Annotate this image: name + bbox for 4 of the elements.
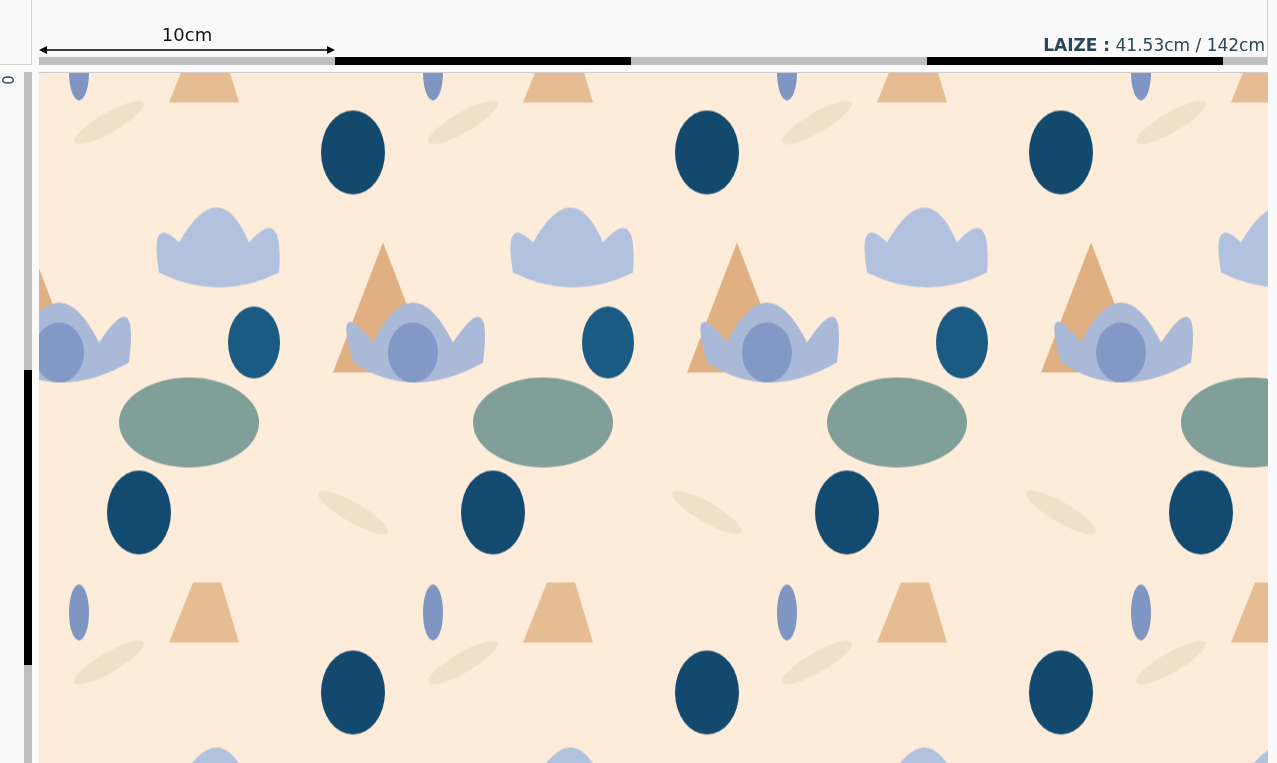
fabric-width-text: LAIZE : 41.53cm / 142cm [1043,35,1266,55]
ruler-origin-label: 0 [0,75,15,85]
ruler-corner [0,0,32,65]
scale-label: 10cm [161,25,213,45]
